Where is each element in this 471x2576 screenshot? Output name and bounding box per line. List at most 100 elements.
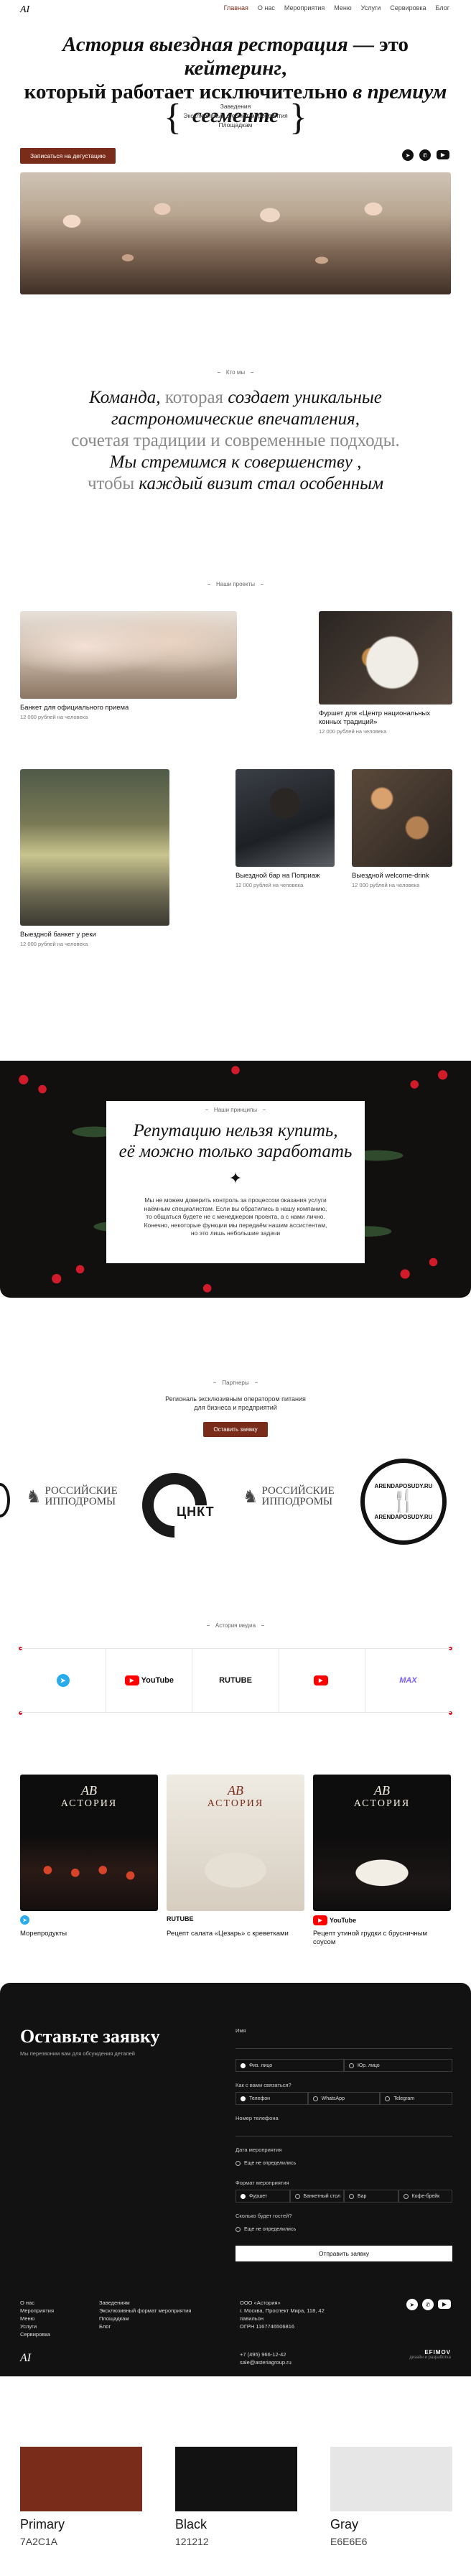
brand-name: АСТОРИЯ <box>207 1798 264 1809</box>
platform-youtube[interactable]: ▶ YouTube <box>106 1649 192 1712</box>
submit-button[interactable]: Отправить заявку <box>236 2246 452 2261</box>
footer-email[interactable]: sale@asteriagroup.ru <box>240 2358 292 2366</box>
format-option-bar[interactable]: Бар <box>344 2190 398 2203</box>
hippodromes-line2: ИППОДРОМЫ <box>45 1496 116 1507</box>
phone-field[interactable] <box>236 2125 452 2136</box>
reputation-label: Наши принципы <box>106 1107 365 1113</box>
developer-note: дизайн и разработка <box>409 2356 451 2360</box>
project-card[interactable]: Выездной банкет у реки 12 000 рублей на … <box>20 769 169 947</box>
whatsapp-icon[interactable]: ✆ <box>422 2299 434 2310</box>
face-option-individual[interactable]: Физ. лицо <box>236 2059 344 2072</box>
nav-item-about[interactable]: О нас <box>258 4 275 11</box>
project-card[interactable]: Фуршет для «Центр национальных конных тр… <box>319 611 452 735</box>
video-card[interactable]: AB АСТОРИЯ RUTUBE Рецепт салата «Цезарь» … <box>167 1775 304 1938</box>
radio-icon <box>312 2096 318 2101</box>
guests-unknown-checkbox[interactable]: Еще не определились <box>236 2223 452 2236</box>
youtube-icon[interactable]: ▶ <box>437 150 449 159</box>
telegram-icon: ➤ <box>56 1674 70 1687</box>
video-brand: AB АСТОРИЯ <box>167 1783 304 1810</box>
footer-link[interactable]: Мероприятия <box>20 2307 99 2315</box>
format-item[interactable]: Заведения <box>0 102 471 111</box>
radio-icon <box>385 2096 391 2101</box>
option-label: Телефон <box>249 2096 271 2101</box>
swatch-hex: E6E6E6 <box>330 2536 368 2547</box>
project-card[interactable]: Выездной бар на Поприаж 12 000 рублей на… <box>236 769 335 888</box>
video-thumbnail[interactable]: AB АСТОРИЯ <box>313 1775 451 1911</box>
developer-credit[interactable]: EFIMOV дизайн и разработка <box>409 2349 451 2360</box>
footer-link[interactable]: Эксклюзивный формат мероприятия <box>99 2307 240 2315</box>
format-group: Фуршет Банкетный стол Бар Кофе-брейк <box>236 2190 452 2203</box>
platform-youtube-2[interactable]: ▶ <box>278 1649 365 1712</box>
footer-contacts: +7 (495) 966-12-42 sale@asteriagroup.ru <box>240 2351 292 2366</box>
company-address: г. Москва, Проспект Мира, 118, 42 павиль… <box>240 2307 325 2322</box>
date-group: Еще не определились <box>236 2157 452 2170</box>
project-title: Фуршет для «Центр национальных конных тр… <box>319 710 431 726</box>
platform-max[interactable]: МАХ <box>364 1649 451 1712</box>
project-photo <box>20 611 237 699</box>
option-label: Физ. лицо <box>249 2063 273 2068</box>
contact-option-whatsapp[interactable]: WhatsApp <box>307 2092 381 2105</box>
format-item[interactable]: Эксклюзивный формат мероприятия <box>0 111 471 121</box>
swatch-name: Gray <box>330 2517 359 2531</box>
footer-company: ООО «Астория» г. Москва, Проспект Мира, … <box>240 2299 348 2338</box>
phone-label: Номер телефона <box>236 2115 279 2121</box>
nav-item-services[interactable]: Услуги <box>361 4 381 11</box>
platform-telegram[interactable]: ➤ <box>20 1649 106 1712</box>
request-form-section: Оставьте заявку Мы перезвоним вам для об… <box>0 1983 471 2376</box>
partner-logo-hippodromes: ♞ РОССИЙСКИЕ ИППОДРОМЫ <box>243 1486 335 1507</box>
hippodromes-text: РОССИЙСКИЕ ИППОДРОМЫ <box>262 1486 335 1507</box>
swatch-black: Black 121212 <box>175 2447 297 2547</box>
youtube-icon[interactable]: ▶ <box>438 2300 451 2309</box>
partners-logos: ♞ РОССИЙСКИЕ ИППОДРОМЫ ЦНКТ ♞ РОССИЙСКИЕ И… <box>0 1449 471 1556</box>
video-card[interactable]: AB АСТОРИЯ ▶ YouTube Рецепт утиной грудки … <box>313 1775 451 1947</box>
nav-item-serving[interactable]: Сервировка <box>390 4 426 11</box>
format-option-banquet[interactable]: Банкетный стол <box>289 2190 344 2203</box>
whatsapp-icon[interactable]: ✆ <box>419 149 431 161</box>
platform-rutube[interactable]: RUTUBE <box>192 1649 278 1712</box>
partner-logo-hippodromes: ♞ РОССИЙСКИЕ ИППОДРОМЫ <box>26 1486 118 1507</box>
project-photo <box>319 611 452 705</box>
tasting-button[interactable]: Записаться на дегустацию <box>20 148 116 164</box>
footer-logo[interactable]: AI <box>20 2352 31 2365</box>
video-card[interactable]: AB АСТОРИЯ ➤ Морепродукты <box>20 1775 158 1938</box>
telegram-icon[interactable]: ➤ <box>402 149 414 161</box>
project-card[interactable]: Банкет для официального приема 12 000 ру… <box>20 611 237 720</box>
leave-request-button[interactable]: Оставить заявку <box>203 1422 268 1437</box>
name-field[interactable] <box>236 2037 452 2049</box>
project-card[interactable]: Выездной welcome-drink 12 000 рублей на … <box>352 769 452 888</box>
swatch-primary: Primary 7A2C1A <box>20 2447 142 2547</box>
video-source: ➤ <box>20 1915 29 1925</box>
footer-link[interactable]: Заведениям <box>99 2299 240 2307</box>
footer-phone[interactable]: +7 (495) 966-12-42 <box>240 2351 292 2358</box>
nav-item-menu[interactable]: Меню <box>334 4 351 11</box>
footer-link[interactable]: Меню <box>20 2315 99 2322</box>
footer-link[interactable]: Площадкам <box>99 2315 240 2322</box>
footer-link[interactable]: Блог <box>99 2322 240 2330</box>
guests-group: Еще не определились <box>236 2223 452 2236</box>
swatch-color <box>20 2447 142 2511</box>
format-option-coffee-break[interactable]: Кофе-брейк <box>398 2190 452 2203</box>
seal-top-text: ARENDAPOSUDY.RU <box>374 1483 433 1489</box>
video-thumbnail[interactable]: AB АСТОРИЯ <box>167 1775 304 1911</box>
video-thumbnail[interactable]: AB АСТОРИЯ <box>20 1775 158 1911</box>
contact-option-phone[interactable]: Телефон <box>236 2092 308 2105</box>
format-item[interactable]: Площадкам <box>0 121 471 130</box>
nav-item-home[interactable]: Главная <box>224 4 248 11</box>
date-unknown-checkbox[interactable]: Еще не определились <box>236 2157 452 2170</box>
partners-section: Партнеры Региональ эксклюзивным оператор… <box>0 1380 471 1581</box>
nav-item-events[interactable]: Мероприятия <box>284 4 325 11</box>
format-option-buffet[interactable]: Фуршет <box>236 2190 290 2203</box>
brand-monogram: AB <box>228 1783 243 1798</box>
brand-monogram: AB <box>81 1783 97 1798</box>
face-option-legal[interactable]: Юр. лицо <box>344 2059 452 2072</box>
contact-option-telegram[interactable]: Telegram <box>380 2092 453 2105</box>
footer-link[interactable]: Услуги <box>20 2322 99 2330</box>
telegram-icon[interactable]: ➤ <box>406 2299 418 2310</box>
footer-link[interactable]: Сервировка <box>20 2330 99 2338</box>
project-price: 12 000 рублей на человека <box>319 728 387 735</box>
footer-link[interactable]: О нас <box>20 2299 99 2307</box>
video-caption: Морепродукты <box>20 1930 67 1938</box>
site-logo[interactable]: AI <box>20 4 29 16</box>
nav-item-blog[interactable]: Блог <box>436 4 449 11</box>
right-brace: } <box>289 97 307 138</box>
